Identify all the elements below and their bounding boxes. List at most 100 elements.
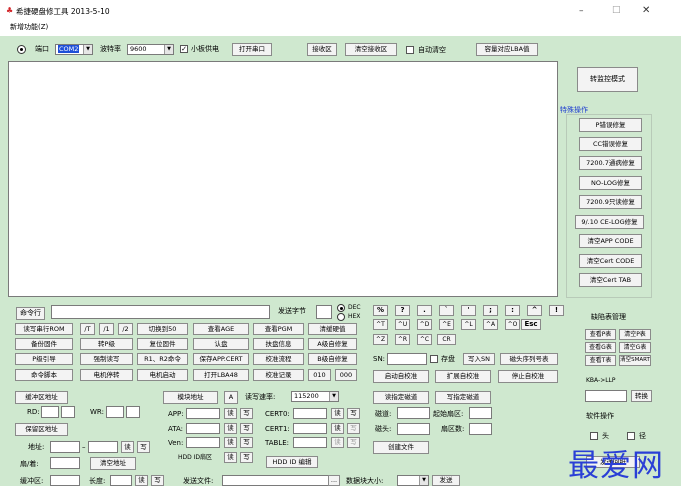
track-checkbox[interactable] [627, 432, 635, 440]
slash-2-button[interactable]: /2 [118, 323, 133, 335]
addr-input-1[interactable] [50, 441, 80, 453]
small-board-power-checkbox[interactable]: ✓ [180, 45, 188, 53]
addr-input-2[interactable] [88, 441, 118, 453]
app-read-button[interactable]: 读 [224, 408, 237, 419]
open-port-button[interactable]: 打开串口 [232, 43, 272, 56]
clear-address-button[interactable]: 清空地址 [90, 457, 136, 470]
start-calibration-button[interactable]: 启动自校准 [373, 370, 429, 383]
special-op-clear-cert-tab[interactable]: 清空Cert TAB [579, 273, 642, 287]
capacity-lba-button[interactable]: 容量对应LBA值 [476, 43, 538, 56]
receive-area-button[interactable]: 接收区 [307, 43, 337, 56]
key-percent[interactable]: % [373, 305, 388, 316]
key-exclaim[interactable]: ! [549, 305, 564, 316]
sector-head-input[interactable] [50, 457, 80, 469]
key-ctrl-r[interactable]: ^R [395, 334, 410, 345]
calibration-flow-button[interactable]: 校准流程 [253, 353, 304, 365]
app-write-button[interactable]: 写 [240, 408, 253, 419]
start-sector-input[interactable] [469, 407, 492, 419]
cache-address-button[interactable]: 缓冲区地址 [15, 391, 68, 404]
cert0-read-button[interactable]: 读 [331, 408, 344, 419]
sn-input[interactable] [387, 353, 427, 365]
open-lba48-button[interactable]: 打开LBA48 [193, 369, 249, 381]
special-op-clear-cert-code[interactable]: 清空Cert CODE [579, 254, 642, 268]
close-button[interactable]: ✕ [642, 6, 650, 16]
save-zone-address-button[interactable]: 保留区地址 [15, 423, 68, 436]
special-op-no-log[interactable]: NO-LOG修复 [579, 176, 642, 190]
baud-select[interactable]: 9600 ▼ [127, 44, 174, 55]
disk-info-button[interactable]: 扶盘信息 [253, 338, 304, 350]
port-select[interactable]: COM2 ▼ [55, 44, 93, 55]
send-button[interactable]: 发送 [432, 475, 460, 486]
key-ctrl-e[interactable]: ^E [439, 319, 454, 330]
monitor-mode-button[interactable]: 转监控模式 [577, 67, 638, 92]
ven-write-button[interactable]: 写 [240, 437, 253, 448]
key-ctrl-z[interactable]: ^Z [373, 334, 388, 345]
special-op-7200-9[interactable]: 7200.9只读修复 [579, 195, 642, 209]
key-ctrl-u[interactable]: ^U [395, 319, 410, 330]
motor-stop-button[interactable]: 电机停转 [80, 369, 133, 381]
view-g-table-button[interactable]: 查看G表 [585, 342, 616, 353]
write-sn-button[interactable]: 写入SN [463, 353, 495, 365]
clear-g-table-button[interactable]: 清空G表 [619, 342, 651, 353]
length-read-button[interactable]: 读 [135, 475, 148, 486]
length-input[interactable] [110, 475, 132, 486]
head-sequence-button[interactable]: 磁头序列号表 [500, 353, 558, 365]
port-radio[interactable] [17, 45, 26, 54]
slash-t-button[interactable]: /T [80, 323, 95, 335]
key-cr[interactable]: CR [437, 334, 456, 345]
wr-input-1[interactable] [106, 406, 124, 418]
write-zone-button[interactable]: 写指定磁道 [435, 391, 491, 404]
clear-p-table-button[interactable]: 清空P表 [619, 329, 651, 340]
clear-smart-button[interactable]: 清空SMART [619, 355, 651, 366]
special-op-p-error[interactable]: P错误修复 [579, 118, 642, 132]
cert1-input[interactable] [293, 423, 327, 434]
rd-input-2[interactable] [61, 406, 75, 418]
view-age-button[interactable]: 查看AGE [193, 323, 249, 335]
key-ctrl-l[interactable]: ^L [461, 319, 476, 330]
view-pgm-button[interactable]: 查看PGM [253, 323, 304, 335]
read-zone-button[interactable]: 读指定磁道 [373, 391, 429, 404]
minimize-button[interactable]: – [579, 7, 584, 16]
hdd-id-write-button[interactable]: 写 [240, 452, 253, 463]
convert-button[interactable]: 转换 [631, 390, 652, 402]
dec-radio[interactable] [337, 304, 345, 312]
b-level-repair-button[interactable]: B级自修复 [308, 353, 357, 365]
r1-r2-command-button[interactable]: R1、R2命令 [137, 353, 188, 365]
force-rw-button[interactable]: 强制读写 [80, 353, 133, 365]
command-script-button[interactable]: 命令脚本 [15, 369, 73, 381]
send-file-input[interactable] [222, 475, 330, 486]
buffer-input[interactable] [50, 475, 80, 486]
cert0-write-button[interactable]: 写 [347, 408, 360, 419]
table-input[interactable] [293, 437, 327, 448]
hdd-id-read-button[interactable]: 读 [224, 452, 237, 463]
auto-clear-checkbox[interactable] [406, 46, 414, 54]
kba-input[interactable] [585, 390, 627, 402]
ven-read-button[interactable]: 读 [224, 437, 237, 448]
save-checkbox[interactable] [430, 355, 438, 363]
reset-firmware-button[interactable]: 复位固件 [137, 338, 188, 350]
table-read-button[interactable]: 读 [331, 437, 344, 448]
cert1-write-button[interactable]: 写 [347, 423, 360, 434]
menu-item-new-features[interactable]: 新增功能(Z) [10, 24, 48, 31]
key-caret[interactable]: ^ [527, 305, 542, 316]
head-input[interactable] [397, 423, 430, 435]
clear-receive-button[interactable]: 清空接收区 [345, 43, 397, 56]
a-level-repair-button[interactable]: A级自修复 [308, 338, 357, 350]
ata-read-button[interactable]: 读 [224, 423, 237, 434]
module-address-button[interactable]: 模块地址 [163, 391, 218, 404]
browse-button[interactable]: ... [328, 475, 340, 486]
hdd-id-edit-button[interactable]: HDD ID 编辑 [266, 456, 318, 468]
special-op-ce-log[interactable]: 9/.10 CE-LOG修复 [575, 215, 644, 229]
cert0-input[interactable] [293, 408, 327, 419]
code-000-button[interactable]: 000 [335, 369, 357, 381]
key-question[interactable]: ? [395, 305, 410, 316]
a-button[interactable]: A [224, 391, 238, 404]
calibration-log-button[interactable]: 校准记录 [253, 369, 304, 381]
addr-write-button[interactable]: 写 [137, 441, 150, 453]
special-op-7200-7[interactable]: 7200.7通病修复 [579, 156, 642, 170]
expand-calibration-button[interactable]: 扩展自校准 [435, 370, 491, 383]
ata-write-button[interactable]: 写 [240, 423, 253, 434]
slash-1-button[interactable]: /1 [99, 323, 114, 335]
addr-read-button[interactable]: 读 [121, 441, 134, 453]
wr-input-2[interactable] [126, 406, 140, 418]
